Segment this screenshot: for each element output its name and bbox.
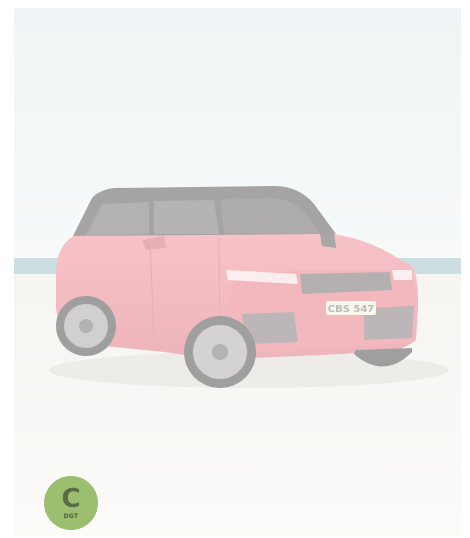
energy-label-badge: C DGT [44,476,98,530]
license-plate: CBS 547 [328,304,375,315]
energy-authority: DGT [63,512,79,520]
product-image-card[interactable]: CBS 547 C DGT [14,8,461,536]
car-photo: CBS 547 [14,8,461,536]
energy-rating: C [61,483,81,514]
